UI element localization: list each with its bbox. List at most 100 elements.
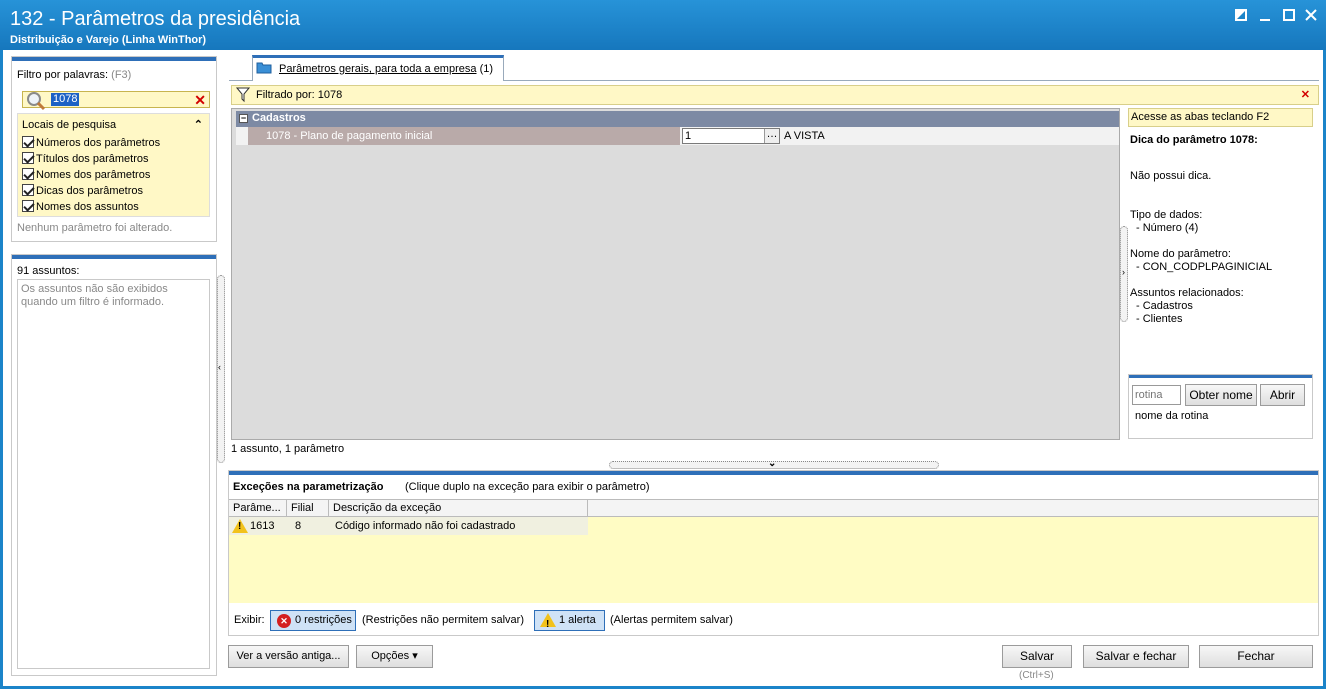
collapse-chevron-icon[interactable]: ⌃ xyxy=(194,118,203,131)
rotina-name-label: nome da rotina xyxy=(1135,410,1209,422)
exception-param: 1613 xyxy=(250,520,275,532)
warning-icon: ! xyxy=(540,613,556,630)
maximize-icon[interactable] xyxy=(1280,8,1298,26)
filter-input-value: 1078 xyxy=(51,93,80,106)
checkbox-icon[interactable] xyxy=(22,200,34,212)
table-row[interactable]: ! 1613 8 Código informado não foi cadast… xyxy=(229,517,588,535)
panel-accent xyxy=(12,57,216,61)
filter-status-text: Filtrado por: 1078 xyxy=(256,89,343,101)
hint-title: Dica do parâmetro 1078: xyxy=(1130,134,1258,146)
filter-shortcut: (F3) xyxy=(111,69,132,81)
minimize-icon[interactable] xyxy=(1256,8,1274,26)
data-type-value: - Número (4) xyxy=(1136,222,1199,234)
rotina-input[interactable] xyxy=(1132,385,1181,405)
restore-icon[interactable] xyxy=(1232,8,1250,26)
checkbox-icon[interactable] xyxy=(22,152,34,164)
options-label: Opções xyxy=(371,650,410,662)
clear-filter-icon[interactable]: ✕ xyxy=(194,93,206,107)
exceptions-panel: Exceções na parametrização (Clique duplo… xyxy=(228,470,1319,636)
exceptions-title: Exceções na parametrização xyxy=(233,481,384,493)
collapse-left-icon[interactable]: ‹ xyxy=(218,362,221,372)
error-icon: ✕ xyxy=(277,614,291,628)
clear-filter-bar-icon[interactable]: ✕ xyxy=(1301,88,1310,102)
checkbox-icon[interactable] xyxy=(22,168,34,180)
group-label: Cadastros xyxy=(252,112,306,124)
tab-parametros-gerais[interactable]: Parâmetros gerais, para toda a empresa (… xyxy=(252,55,504,81)
open-button[interactable]: Abrir xyxy=(1260,384,1305,406)
left-splitter[interactable]: ‹ xyxy=(217,275,225,463)
related-label: Assuntos relacionados: xyxy=(1130,287,1244,299)
alerts-toggle[interactable]: ! 1 alerta xyxy=(534,610,605,631)
filter-status-bar: Filtrado por: 1078 ✕ xyxy=(231,85,1319,105)
save-button[interactable]: Salvar xyxy=(1002,645,1072,668)
col-header-description[interactable]: Descrição da exceção xyxy=(329,500,588,517)
subjects-title: 91 assuntos: xyxy=(17,265,80,277)
panel-accent xyxy=(12,255,216,259)
location-dicas[interactable]: Dicas dos parâmetros xyxy=(22,184,143,200)
close-icon[interactable] xyxy=(1302,8,1320,26)
col-header-param[interactable]: Parâme... xyxy=(229,500,287,517)
filter-input[interactable]: 1078 ✕ xyxy=(22,91,210,111)
window-title: 132 - Parâmetros da presidência xyxy=(10,8,301,30)
restrictions-toggle[interactable]: ✕ 0 restrições xyxy=(270,610,356,631)
search-icon xyxy=(25,90,47,115)
checkbox-icon[interactable] xyxy=(22,184,34,196)
warning-icon: ! xyxy=(232,519,248,533)
exceptions-grid: Parâme... Filial Descrição da exceção ! … xyxy=(229,499,1318,603)
related-item: - Clientes xyxy=(1136,313,1183,325)
tab-count: (1) xyxy=(479,63,494,75)
collapse-group-icon[interactable]: − xyxy=(239,114,248,123)
save-and-close-button[interactable]: Salvar e fechar xyxy=(1083,645,1189,668)
funnel-icon xyxy=(235,87,251,106)
tab-label-text: Parâmetros gerais, para toda a empresa xyxy=(279,63,477,75)
exception-description: Código informado não foi cadastrado xyxy=(335,520,516,532)
location-numeros[interactable]: Números dos parâmetros xyxy=(22,136,160,152)
location-label: Dicas dos parâmetros xyxy=(36,185,143,197)
filter-panel: Filtro por palavras: (F3) 1078 ✕ Locais … xyxy=(11,56,217,242)
param-value: 1 xyxy=(685,130,692,142)
client-area: Filtro por palavras: (F3) 1078 ✕ Locais … xyxy=(3,50,1323,686)
close-button[interactable]: Fechar xyxy=(1199,645,1313,668)
param-name-value: - CON_CODPLPAGINICIAL xyxy=(1136,261,1273,273)
search-locations-title: Locais de pesquisa xyxy=(22,119,117,131)
collapse-right-icon[interactable]: › xyxy=(1122,267,1125,277)
checkbox-icon[interactable] xyxy=(22,136,34,148)
param-name-label: Nome do parâmetro: xyxy=(1130,248,1231,260)
show-label: Exibir: xyxy=(234,614,265,626)
rotina-panel: Obter nome Abrir nome da rotina xyxy=(1128,374,1313,439)
param-description: A VISTA xyxy=(784,130,825,142)
exceptions-subtitle: (Clique duplo na exceção para exibir o p… xyxy=(405,481,650,493)
right-splitter[interactable]: › xyxy=(1120,226,1128,322)
location-assuntos[interactable]: Nomes dos assuntos xyxy=(22,200,139,216)
chevron-down-icon[interactable]: ⌄ xyxy=(768,458,776,469)
group-row[interactable]: − Cadastros xyxy=(236,111,1119,127)
subjects-list[interactable]: Os assuntos não são exibidos quando um f… xyxy=(17,279,210,669)
old-version-label: Ver a versão antiga... xyxy=(236,650,341,662)
status-text: Nenhum parâmetro foi alterado. xyxy=(17,222,173,234)
get-name-button[interactable]: Obter nome xyxy=(1185,384,1257,406)
param-value-input[interactable]: 1 … xyxy=(682,128,780,144)
location-nomes[interactable]: Nomes dos parâmetros xyxy=(22,168,150,184)
exception-filial: 8 xyxy=(295,520,302,532)
window-subtitle: Distribuição e Varejo (Linha WinThor) xyxy=(10,34,207,46)
old-version-button[interactable]: Ver a versão antiga... xyxy=(228,645,349,668)
restrictions-note: (Restrições não permitem salvar) xyxy=(362,614,524,626)
filter-label: Filtro por palavras: (F3) xyxy=(17,69,131,81)
related-item: - Cadastros xyxy=(1136,300,1193,312)
location-label: Títulos dos parâmetros xyxy=(36,153,149,165)
table-row[interactable]: 1078 - Plano de pagamento inicial 1 … A … xyxy=(236,127,1119,145)
title-bar: 132 - Parâmetros da presidência Distribu… xyxy=(0,0,1326,50)
bottom-splitter[interactable]: ⌄ xyxy=(609,458,939,469)
param-name: 1078 - Plano de pagamento inicial xyxy=(248,127,680,145)
subjects-panel: 91 assuntos: Os assuntos não são exibido… xyxy=(11,254,217,676)
parameters-grid: − Cadastros 1078 - Plano de pagamento in… xyxy=(231,108,1120,440)
app-window: 132 - Parâmetros da presidência Distribu… xyxy=(0,0,1326,689)
options-button[interactable]: Opções ▾ xyxy=(356,645,433,668)
location-label: Nomes dos assuntos xyxy=(36,201,139,213)
location-titulos[interactable]: Títulos dos parâmetros xyxy=(22,152,149,168)
panel-accent xyxy=(1129,375,1312,378)
lookup-button[interactable]: … xyxy=(764,129,779,143)
grid-footer: 1 assunto, 1 parâmetro xyxy=(231,443,345,455)
filter-label-text: Filtro por palavras: xyxy=(17,69,109,81)
col-header-filial[interactable]: Filial xyxy=(287,500,329,517)
